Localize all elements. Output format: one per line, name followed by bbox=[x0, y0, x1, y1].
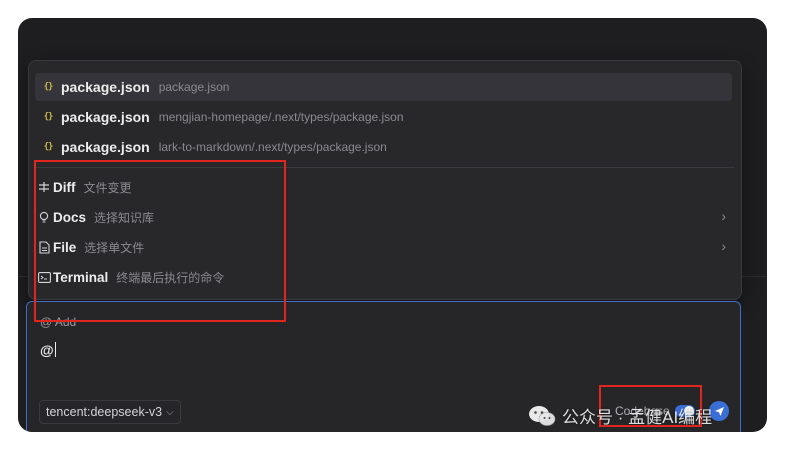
file-name: package.json bbox=[61, 109, 150, 125]
json-file-icon: {} bbox=[43, 142, 54, 152]
file-name: package.json bbox=[61, 79, 150, 95]
chat-window: {} package.json package.json {} package.… bbox=[18, 18, 767, 432]
menu-item-label: File bbox=[53, 239, 77, 255]
json-file-icon: {} bbox=[43, 82, 54, 92]
watermark: 公众号 · 孟健AI编程 bbox=[528, 403, 712, 428]
menu-item-file[interactable]: File 选择单文件 › bbox=[35, 233, 732, 261]
chevron-down-icon: ⌵ bbox=[166, 406, 174, 418]
menu-item-label: Docs bbox=[53, 209, 87, 225]
chevron-right-icon: › bbox=[721, 238, 726, 254]
menu-item-terminal[interactable]: Terminal 终端最后执行的命令 bbox=[35, 263, 732, 291]
file-path: lark-to-markdown/.next/types/package.jso… bbox=[158, 140, 387, 154]
menu-item-desc: 文件变更 bbox=[83, 180, 132, 195]
watermark-text: 公众号 · 孟健AI编程 bbox=[562, 408, 713, 427]
model-selector-value: tencent:deepseek-v3 bbox=[46, 405, 163, 419]
document-icon bbox=[37, 240, 51, 254]
menu-item-label: Terminal bbox=[53, 269, 109, 285]
popup-separator bbox=[35, 167, 735, 168]
model-selector[interactable]: tencent:deepseek-v3 ⌵ bbox=[39, 400, 181, 424]
menu-item-diff[interactable]: Diff 文件变更 bbox=[35, 173, 732, 201]
file-name: package.json bbox=[61, 139, 150, 155]
text-caret bbox=[54, 342, 56, 357]
file-suggestion-row[interactable]: {} package.json lark-to-markdown/.next/t… bbox=[35, 133, 732, 161]
json-file-icon: {} bbox=[43, 112, 54, 122]
diff-icon bbox=[37, 180, 51, 194]
wechat-icon bbox=[529, 405, 556, 426]
file-path: mengjian-homepage/.next/types/package.js… bbox=[158, 110, 404, 124]
menu-item-desc: 终端最后执行的命令 bbox=[116, 270, 225, 285]
terminal-icon bbox=[37, 270, 51, 284]
menu-item-label: Diff bbox=[53, 179, 76, 195]
menu-item-desc: 选择知识库 bbox=[94, 210, 155, 225]
file-suggestion-row[interactable]: {} package.json mengjian-homepage/.next/… bbox=[35, 103, 732, 131]
lightbulb-icon bbox=[37, 210, 51, 224]
mention-popup: {} package.json package.json {} package.… bbox=[28, 60, 742, 300]
chevron-right-icon: › bbox=[721, 208, 726, 224]
file-suggestion-row[interactable]: {} package.json package.json bbox=[35, 73, 732, 101]
add-context-button[interactable]: @ Add bbox=[40, 315, 76, 329]
menu-item-desc: 选择单文件 bbox=[84, 240, 145, 255]
send-icon bbox=[714, 406, 724, 416]
chat-input-text[interactable]: @ bbox=[40, 342, 56, 358]
chat-input-value: @ bbox=[40, 342, 54, 358]
menu-item-docs[interactable]: Docs 选择知识库 › bbox=[35, 203, 732, 231]
file-path: package.json bbox=[158, 80, 230, 94]
